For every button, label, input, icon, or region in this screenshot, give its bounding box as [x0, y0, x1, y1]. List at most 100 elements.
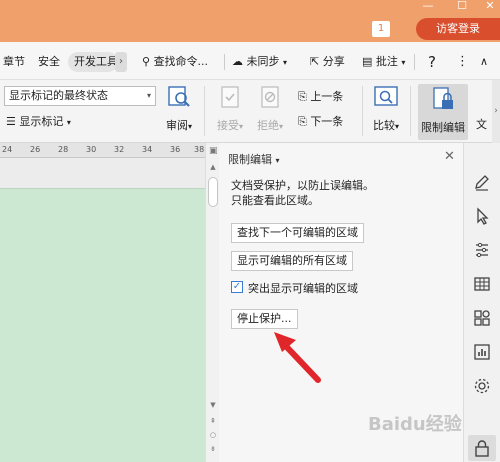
previous-icon: ⎘: [298, 90, 307, 103]
ruler-label: 36: [170, 145, 181, 154]
highlight-editable-checkbox[interactable]: ✓: [231, 281, 243, 293]
show-markup-button[interactable]: ☰ 显示标记 ▾: [6, 113, 71, 129]
scroll-up-icon[interactable]: ▲: [209, 163, 217, 171]
ribbon-scroll-right-icon[interactable]: ›: [492, 80, 500, 143]
ruler-label: 34: [142, 145, 153, 154]
ruler-label: 26: [30, 145, 41, 154]
show-markup-icon: ☰: [6, 115, 16, 128]
sync-icon: ☁: [232, 55, 243, 68]
search-icon: ⚲: [142, 55, 151, 68]
accept-label: 接受: [216, 119, 239, 132]
next-change-button[interactable]: ⎘ 下一条: [298, 113, 343, 129]
annotate-button[interactable]: ▤ 批注 ▾: [362, 52, 405, 72]
markup-state-value: 显示标记的最终状态: [9, 89, 108, 102]
settings-icon[interactable]: [473, 377, 491, 395]
maximize-icon[interactable]: ☐: [452, 0, 472, 14]
tab-chapter[interactable]: 章节: [3, 52, 25, 72]
chevron-down-icon: ▾: [187, 122, 192, 131]
minimize-icon[interactable]: —: [418, 0, 438, 14]
document-margin-area: [0, 158, 205, 188]
protection-message: 文档受保护，以防止误编辑。 只能查看此区域。: [231, 178, 374, 208]
divider: [410, 86, 411, 136]
reject-label: 拒绝: [256, 119, 279, 132]
share-label: 分享: [322, 55, 345, 68]
title-bar: — ☐ ✕ 1 访客登录: [0, 0, 500, 42]
chevron-down-icon: ▾: [394, 122, 399, 131]
share-button[interactable]: ⇱ 分享: [310, 52, 345, 72]
annotate-label: 批注: [375, 55, 398, 68]
chevron-down-icon: ▾: [146, 91, 151, 100]
sync-label: 未同步: [246, 55, 280, 68]
ruler-label: 32: [114, 145, 125, 154]
stop-protection-button[interactable]: 停止保护...: [231, 309, 298, 329]
page-select-icon[interactable]: ○: [209, 431, 217, 439]
vertical-scrollbar[interactable]: ▣ ▲ ▼ ⇞ ○ ⇟: [205, 143, 219, 462]
document-page[interactable]: [0, 188, 205, 462]
lock-button[interactable]: [468, 435, 496, 461]
scroll-down-icon[interactable]: ▼: [209, 401, 217, 409]
tab-scroll-right-icon[interactable]: ›: [115, 52, 127, 72]
properties-icon[interactable]: [473, 241, 491, 259]
pane-toggle-icon[interactable]: ▣: [209, 147, 218, 156]
review-label: 审阅: [165, 119, 188, 132]
command-search[interactable]: ⚲ 查找命令...: [142, 52, 208, 72]
chevron-down-icon: ▾: [283, 58, 288, 67]
chart-icon[interactable]: [473, 343, 491, 361]
tab-developer-tools[interactable]: 开发工具: [68, 52, 118, 72]
reject-button[interactable]: 拒绝▾: [252, 84, 288, 133]
chevron-down-icon: ▾: [278, 122, 283, 131]
table-icon[interactable]: [473, 275, 491, 293]
menu-tab-row: 章节 安全 开发工具 › ⚲ 查找命令... ☁ 未同步 ▾ ⇱ 分享 ▤ 批注…: [0, 42, 500, 80]
previous-change-button[interactable]: ⎘ 上一条: [298, 88, 343, 104]
pane-title-label: 限制编辑: [228, 153, 272, 166]
apps-icon[interactable]: [473, 309, 491, 327]
chevron-down-icon: ▾: [238, 122, 243, 131]
accept-icon: [221, 86, 239, 108]
close-icon[interactable]: ✕: [444, 149, 455, 164]
pane-title[interactable]: 限制编辑 ▾: [228, 151, 280, 167]
accept-button[interactable]: 接受▾: [212, 84, 248, 133]
page-up-icon[interactable]: ⇞: [209, 417, 217, 425]
page-down-icon[interactable]: ⇟: [209, 445, 217, 453]
pen-icon[interactable]: [473, 173, 491, 191]
ribbon: 显示标记的最终状态 ▾ ☰ 显示标记 ▾ 审阅▾ 接受▾ 拒绝▾ ⎘ 上一条 ⎘…: [0, 80, 500, 143]
previous-label: 上一条: [310, 90, 344, 103]
red-arrow-annotation: [274, 332, 321, 383]
find-next-editable-button[interactable]: 查找下一个可编辑的区域: [231, 223, 364, 243]
compare-label: 比较: [372, 119, 395, 132]
restrict-edit-button[interactable]: 限制编辑: [418, 84, 468, 140]
help-button[interactable]: ?: [428, 52, 436, 72]
next-icon: ⎘: [298, 115, 307, 128]
more-options-icon[interactable]: ⋮: [456, 52, 469, 72]
chevron-down-icon: ▾: [66, 118, 71, 127]
tab-security[interactable]: 安全: [38, 52, 60, 72]
lock-icon: [475, 440, 489, 457]
select-cursor-icon[interactable]: [473, 207, 491, 225]
visitor-login-button[interactable]: 访客登录: [416, 18, 500, 40]
notification-badge[interactable]: 1: [372, 21, 390, 37]
share-icon: ⇱: [310, 55, 320, 68]
scroll-thumb[interactable]: [208, 177, 218, 207]
ruler-label: 28: [58, 145, 69, 154]
reject-icon: [261, 86, 279, 108]
divider: [362, 86, 363, 136]
command-search-label: 查找命令...: [153, 55, 209, 68]
compare-icon: [374, 86, 398, 106]
sync-button[interactable]: ☁ 未同步 ▾: [232, 52, 287, 72]
doc-button-label[interactable]: 文: [476, 116, 487, 132]
next-label: 下一条: [310, 115, 344, 128]
markup-state-select[interactable]: 显示标记的最终状态 ▾: [4, 86, 156, 106]
ruler-label: 38: [194, 145, 205, 154]
show-all-editable-button[interactable]: 显示可编辑的所有区域: [231, 251, 353, 271]
show-markup-label: 显示标记: [19, 115, 64, 128]
collapse-ribbon-icon[interactable]: ∧: [480, 52, 488, 72]
close-window-icon[interactable]: ✕: [480, 0, 500, 14]
annotate-icon: ▤: [362, 55, 373, 68]
horizontal-ruler: 24 26 28 30 32 34 36 38: [0, 143, 205, 158]
right-side-toolbar: [463, 143, 500, 462]
review-button[interactable]: 审阅▾: [162, 84, 196, 133]
compare-button[interactable]: 比较▾: [368, 84, 404, 133]
review-icon: [168, 86, 190, 107]
divider: [224, 54, 225, 70]
divider: [414, 54, 415, 70]
